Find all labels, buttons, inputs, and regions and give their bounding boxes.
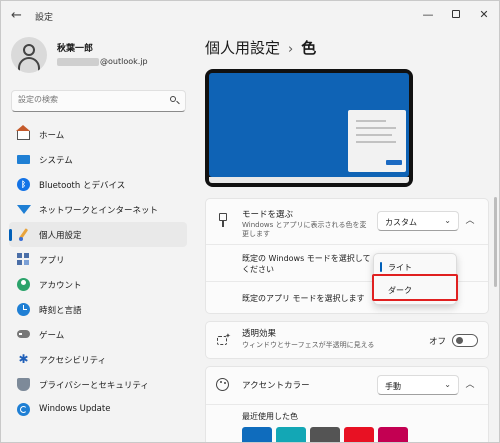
search-box[interactable] [11, 90, 186, 112]
user-name: 秋葉一郎 [57, 44, 94, 54]
sidebar-item-label: アクセシビリティ [39, 356, 107, 366]
recent-colors-label: 最近使用した色 [242, 412, 298, 421]
mode-dropdown-value: カスタム [385, 218, 417, 227]
app-mode-label: 既定のアプリ モードを選択します [242, 294, 365, 303]
color-swatch[interactable] [310, 427, 340, 442]
network-icon [17, 205, 31, 214]
preview-window [348, 110, 406, 172]
transparency-card: ✦ 透明効果 ウィンドウとサーフェスが半透明に見える オフ [205, 321, 489, 359]
sidebar-item-label: ネットワークとインターネット [39, 206, 159, 216]
sidebar-item-label: 個人用設定 [39, 231, 82, 241]
account-icon [17, 278, 30, 291]
title-bar: ← 設定 — ✕ [1, 1, 499, 31]
sparkle-icon: ✦ [216, 332, 231, 347]
menu-option-label: ライト [388, 263, 412, 272]
clock-icon [17, 303, 30, 316]
sidebar-item-label: ホーム [39, 131, 65, 141]
accent-color-card: アクセントカラー 手動 ⌄ ︿ 最近使用した色 [205, 366, 489, 442]
sidebar-item-windows-update[interactable]: Windows Update [9, 397, 187, 422]
color-swatch[interactable] [378, 427, 408, 442]
sidebar-item-system[interactable]: システム [9, 147, 187, 172]
transparency-description: ウィンドウとサーフェスが半透明に見える [242, 341, 375, 349]
bluetooth-icon: ᛒ [17, 178, 30, 191]
sidebar-item-label: プライバシーとセキュリティ [39, 381, 149, 391]
sidebar-item-label: システム [39, 156, 73, 166]
breadcrumb-separator: › [288, 42, 294, 57]
avatar-body-icon [18, 57, 40, 73]
sidebar-item-label: 時刻と言語 [39, 306, 82, 316]
sidebar-item-label: Windows Update [39, 404, 111, 414]
sidebar-item-personalization[interactable]: 個人用設定 [9, 222, 187, 247]
chevron-down-icon: ⌄ [444, 380, 451, 389]
sidebar-item-privacy[interactable]: プライバシーとセキュリティ [9, 372, 187, 397]
page-title: 色 [301, 39, 317, 57]
transparency-toggle[interactable] [452, 334, 478, 347]
breadcrumb: 個人用設定 › 色 [205, 37, 316, 58]
collapse-chevron-icon[interactable]: ︿ [462, 213, 478, 229]
transparency-title: 透明効果 [242, 329, 277, 339]
color-swatch[interactable] [276, 427, 306, 442]
close-button[interactable]: ✕ [471, 5, 497, 25]
sidebar-item-network[interactable]: ネットワークとインターネット [9, 197, 187, 222]
accessibility-icon: ✱ [18, 352, 29, 366]
app-title: 設定 [35, 13, 54, 23]
gamepad-icon [17, 330, 30, 338]
windows-mode-label: 既定の Windows モードを選択してください [242, 254, 371, 274]
sidebar-item-label: ゲーム [39, 331, 65, 341]
user-email: @outlook.jp [57, 57, 148, 66]
preview-accent-button [386, 160, 402, 165]
breadcrumb-parent[interactable]: 個人用設定 [205, 39, 280, 57]
sidebar-item-label: アプリ [39, 256, 65, 266]
sidebar-item-accessibility[interactable]: ✱ アクセシビリティ [9, 347, 187, 372]
avatar [11, 37, 47, 73]
maximize-button[interactable] [443, 5, 469, 25]
collapse-chevron-icon[interactable]: ︿ [462, 377, 478, 393]
brush-icon [216, 213, 230, 227]
sidebar-item-label: Bluetooth とデバイス [39, 181, 126, 191]
sidebar-item-label: アカウント [39, 281, 82, 291]
color-swatch[interactable] [242, 427, 272, 442]
apps-icon [17, 253, 30, 266]
search-icon[interactable] [170, 96, 180, 105]
mode-dropdown[interactable]: カスタム ⌄ [377, 211, 459, 231]
accent-dropdown-value: 手動 [385, 382, 401, 391]
home-icon [16, 125, 30, 140]
sidebar-nav: ホーム システム ᛒ Bluetooth とデバイス ネットワークとインターネッ… [9, 122, 187, 422]
accent-dropdown[interactable]: 手動 ⌄ [377, 375, 459, 395]
sidebar-item-home[interactable]: ホーム [9, 122, 187, 147]
preview-desktop [209, 73, 409, 177]
user-email-suffix: @outlook.jp [100, 57, 148, 66]
palette-icon [216, 378, 230, 392]
theme-preview [205, 69, 413, 187]
color-swatch[interactable] [344, 427, 374, 442]
minimize-button[interactable]: — [415, 5, 441, 25]
search-input[interactable] [18, 95, 168, 104]
toggle-knob [456, 337, 463, 344]
sidebar-item-apps[interactable]: アプリ [9, 247, 187, 272]
settings-window: ← 設定 — ✕ 秋葉一郎 @outlook.jp ホーム システム ᛒ Blu… [0, 0, 500, 443]
avatar-head-icon [23, 44, 35, 56]
highlight-annotation [372, 274, 458, 301]
system-icon [17, 155, 30, 164]
maximize-icon [452, 10, 460, 18]
transparency-toggle-label: オフ [429, 337, 447, 347]
sidebar-item-accounts[interactable]: アカウント [9, 272, 187, 297]
shield-icon [17, 378, 30, 391]
scrollbar[interactable] [494, 197, 497, 287]
sidebar-item-time-language[interactable]: 時刻と言語 [9, 297, 187, 322]
preview-taskbar [209, 177, 409, 183]
update-icon [17, 403, 30, 416]
sidebar-item-bluetooth[interactable]: ᛒ Bluetooth とデバイス [9, 172, 187, 197]
mode-description: Windows とアプリに表示される色を変更します [242, 221, 367, 238]
chevron-down-icon: ⌄ [444, 216, 451, 225]
accent-title: アクセントカラー [242, 381, 310, 391]
personalization-icon [17, 228, 30, 241]
sidebar-item-gaming[interactable]: ゲーム [9, 322, 187, 347]
email-redaction [57, 57, 99, 66]
back-arrow-icon[interactable]: ← [11, 8, 27, 24]
mode-title: モードを選ぶ [242, 210, 294, 220]
